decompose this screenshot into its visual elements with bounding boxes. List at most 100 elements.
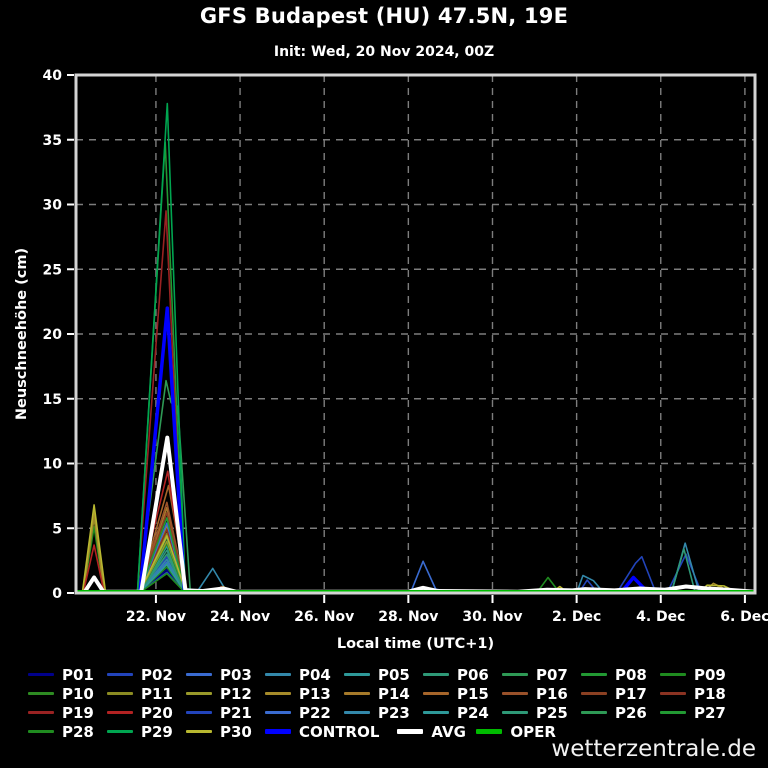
legend-label: OPER (510, 723, 556, 741)
legend-label: P01 (62, 666, 94, 684)
legend-label: P17 (615, 685, 647, 703)
legend-item-p18: P18 (660, 685, 739, 703)
legend-label: P12 (220, 685, 252, 703)
x-tick-label: 26. Nov (294, 609, 354, 625)
legend: P01P02P03P04P05P06P07P08P09P10P11P12P13P… (0, 665, 768, 741)
legend-item-p26: P26 (581, 704, 660, 722)
legend-label: P25 (536, 704, 568, 722)
legend-swatch (423, 692, 449, 695)
legend-label: AVG (431, 723, 466, 741)
legend-swatch (344, 673, 370, 676)
legend-item-avg: AVG (397, 723, 476, 741)
legend-swatch (344, 711, 370, 714)
y-tick-label: 20 (43, 327, 63, 343)
legend-item-p03: P03 (186, 666, 265, 684)
legend-item-p06: P06 (423, 666, 502, 684)
legend-label: P15 (457, 685, 489, 703)
legend-row: P01P02P03P04P05P06P07P08P09 (0, 665, 768, 684)
legend-label: P30 (220, 723, 252, 741)
legend-item-p14: P14 (344, 685, 423, 703)
legend-item-p19: P19 (28, 704, 107, 722)
legend-swatch (28, 711, 54, 714)
y-tick-label: 30 (43, 198, 63, 214)
legend-item-p09: P09 (660, 666, 739, 684)
y-tick-label: 15 (43, 392, 62, 408)
legend-label: P14 (378, 685, 410, 703)
legend-swatch (107, 673, 133, 676)
legend-item-p12: P12 (186, 685, 265, 703)
legend-swatch (186, 730, 212, 733)
legend-swatch (660, 673, 686, 676)
legend-label: P02 (141, 666, 173, 684)
legend-item-p27: P27 (660, 704, 739, 722)
legend-swatch (423, 711, 449, 714)
legend-item-p10: P10 (28, 685, 107, 703)
forecast-chart-page: GFS Budapest (HU) 47.5N, 19E Init: Wed, … (0, 0, 768, 768)
legend-label: P08 (615, 666, 647, 684)
legend-swatch (28, 673, 54, 676)
y-tick-label: 25 (43, 262, 62, 278)
y-tick-label: 0 (52, 586, 62, 602)
legend-item-p11: P11 (107, 685, 186, 703)
legend-item-p05: P05 (344, 666, 423, 684)
legend-label: P18 (694, 685, 726, 703)
legend-swatch (502, 711, 528, 714)
legend-item-p17: P17 (581, 685, 660, 703)
x-tick-label: 28. Nov (378, 609, 438, 625)
legend-label: P29 (141, 723, 173, 741)
y-axis-label: Neuschneehöhe (cm) (14, 248, 30, 420)
legend-label: P28 (62, 723, 94, 741)
legend-item-p04: P04 (265, 666, 344, 684)
legend-label: P03 (220, 666, 252, 684)
legend-label: P24 (457, 704, 489, 722)
legend-swatch (581, 673, 607, 676)
legend-swatch (186, 673, 212, 676)
legend-item-p15: P15 (423, 685, 502, 703)
x-axis: 22. Nov 24. Nov 26. Nov 28. Nov 30. Nov 2. De… (126, 595, 768, 625)
legend-swatch (423, 673, 449, 676)
x-tick-label: 22. Nov (126, 609, 186, 625)
legend-swatch (265, 673, 291, 676)
y-axis: 0 5 10 15 20 25 30 35 40 (43, 68, 74, 602)
x-tick-label: 30. Nov (462, 609, 522, 625)
legend-row: P10P11P12P13P14P15P16P17P18 (0, 684, 768, 703)
legend-swatch (344, 692, 370, 695)
legend-item-p01: P01 (28, 666, 107, 684)
y-tick-label: 5 (52, 521, 62, 537)
legend-label: P23 (378, 704, 410, 722)
legend-swatch (660, 692, 686, 695)
legend-swatch (186, 692, 212, 695)
y-tick-label: 40 (43, 68, 63, 84)
legend-swatch (581, 711, 607, 714)
y-tick-label: 10 (43, 457, 63, 473)
legend-swatch (660, 711, 686, 714)
legend-swatch (107, 711, 133, 714)
legend-item-p30: P30 (186, 723, 265, 741)
legend-swatch (186, 711, 212, 714)
x-axis-label: Local time (UTC+1) (337, 636, 494, 652)
legend-item-p28: P28 (28, 723, 107, 741)
x-tick-label: 2. Dec (552, 609, 601, 625)
legend-swatch (28, 692, 54, 695)
legend-item-p08: P08 (581, 666, 660, 684)
x-tick-label: 24. Nov (210, 609, 270, 625)
legend-swatch (107, 692, 133, 695)
legend-item-p13: P13 (265, 685, 344, 703)
legend-swatch (581, 692, 607, 695)
legend-label: P09 (694, 666, 726, 684)
legend-label: P26 (615, 704, 647, 722)
legend-item-p29: P29 (107, 723, 186, 741)
legend-label: P21 (220, 704, 252, 722)
legend-label: P27 (694, 704, 726, 722)
legend-swatch (28, 730, 54, 733)
legend-label: P05 (378, 666, 410, 684)
series-lines (76, 103, 755, 593)
legend-swatch (476, 729, 502, 734)
legend-label: P06 (457, 666, 489, 684)
legend-label: CONTROL (299, 723, 379, 741)
x-tick-label: 6. Dec (720, 609, 768, 625)
legend-item-oper: OPER (476, 723, 556, 741)
legend-row: P19P20P21P22P23P24P25P26P27 (0, 703, 768, 722)
x-tick-label: 4. Dec (636, 609, 685, 625)
y-tick-label: 35 (43, 133, 62, 149)
